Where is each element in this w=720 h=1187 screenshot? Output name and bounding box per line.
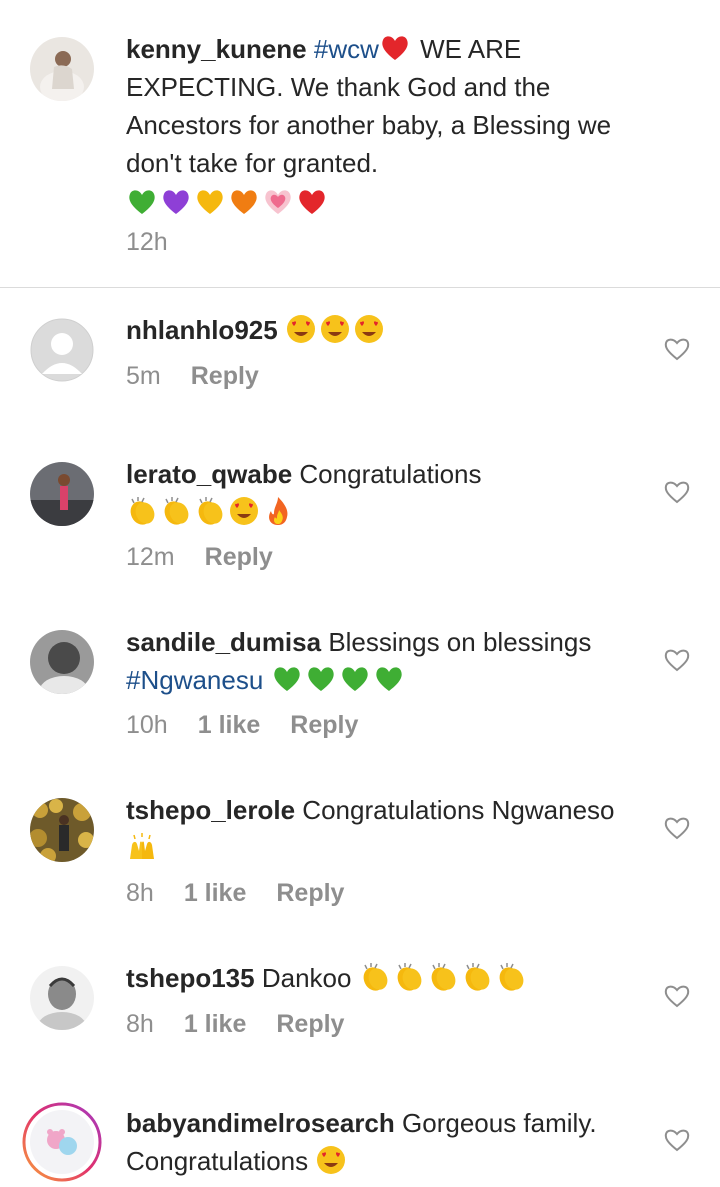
comment-text: tshepo_lerole Congratulations Ngwaneso	[126, 791, 626, 867]
green-heart-icon	[307, 667, 334, 691]
comment-meta: 10h 1 like Reply	[126, 711, 388, 740]
emoji-row	[271, 665, 407, 695]
comment-username[interactable]: sandile_dumisa	[126, 627, 321, 657]
avatar-image	[30, 798, 94, 862]
comment-time: 8h	[126, 1010, 154, 1038]
avatar-image	[30, 462, 94, 526]
emoji-row	[126, 833, 160, 863]
comment-text: sandile_dumisa Blessings on blessings #N…	[126, 623, 626, 699]
like-heart-icon[interactable]	[664, 816, 690, 840]
emoji-row	[126, 497, 296, 527]
orange-heart-icon	[231, 190, 257, 214]
avatar[interactable]	[30, 318, 94, 382]
green-heart-icon	[375, 667, 402, 691]
avatar[interactable]	[30, 37, 94, 101]
clap-icon	[363, 963, 388, 991]
like-heart-icon[interactable]	[664, 480, 690, 504]
likes-count[interactable]: 1 like	[198, 711, 261, 739]
caption-username[interactable]: kenny_kunene	[126, 34, 307, 64]
comment-text: tshepo135 Dankoo	[126, 959, 626, 997]
red-heart-icon	[299, 190, 325, 214]
comment-meta: 8h 1 like Reply	[126, 1010, 374, 1039]
likes-count[interactable]: 1 like	[184, 879, 247, 907]
avatar-image	[22, 1102, 102, 1182]
divider	[0, 287, 720, 288]
reply-button[interactable]: Reply	[205, 543, 273, 571]
clap-icon	[397, 963, 422, 991]
caption-emoji-row	[126, 184, 626, 222]
comment-text: lerato_qwabe Congratulations	[126, 455, 626, 531]
raised-hands-icon	[130, 833, 154, 859]
comment-time: 5m	[126, 362, 161, 390]
clap-icon	[198, 497, 223, 525]
avatar-image	[30, 37, 94, 101]
like-heart-icon[interactable]	[664, 984, 690, 1008]
emoji-row	[315, 1146, 349, 1176]
likes-count[interactable]: 1 like	[184, 1010, 247, 1038]
avatar[interactable]	[30, 798, 94, 862]
comment-username[interactable]: lerato_qwabe	[126, 459, 292, 489]
caption-text: kenny_kunene #wcw WE ARE EXPECTING. We t…	[126, 30, 626, 222]
yellow-heart-icon	[197, 190, 223, 214]
reply-button[interactable]: Reply	[290, 711, 358, 739]
purple-heart-icon	[163, 190, 189, 214]
green-heart-icon	[129, 190, 155, 214]
comment-meta: 8h 1 like Reply	[126, 879, 374, 908]
reply-button[interactable]: Reply	[191, 362, 259, 390]
post-caption: kenny_kunene #wcw WE ARE EXPECTING. We t…	[0, 0, 720, 288]
caption-meta: 12h	[126, 228, 198, 257]
caption-time: 12h	[126, 228, 168, 256]
comment-hashtag[interactable]: #Ngwanesu	[126, 665, 263, 695]
red-heart-icon	[382, 36, 408, 60]
fire-icon	[269, 497, 288, 525]
green-heart-icon	[341, 667, 368, 691]
like-heart-icon[interactable]	[664, 1128, 690, 1152]
like-heart-icon[interactable]	[664, 337, 690, 361]
heart-eyes-icon	[286, 315, 315, 343]
clap-icon	[465, 963, 490, 991]
comment-body: Congratulations	[299, 459, 482, 489]
heart-eyes-icon	[230, 497, 258, 525]
clap-icon	[130, 497, 155, 525]
comment-time: 10h	[126, 711, 168, 739]
comment-body: Dankoo	[261, 963, 352, 993]
avatar[interactable]	[22, 1102, 102, 1182]
comment-body: Blessings on blessings	[328, 627, 592, 657]
avatar[interactable]	[30, 462, 94, 526]
avatar-image	[30, 630, 94, 694]
clap-icon	[164, 497, 189, 525]
comment-meta: 12m Reply	[126, 543, 303, 572]
clap-icon	[431, 963, 456, 991]
comment-text: babyandimelrosearch Gorgeous family. Con…	[126, 1104, 646, 1180]
avatar[interactable]	[30, 966, 94, 1030]
avatar[interactable]	[30, 630, 94, 694]
comment-meta: 5m Reply	[126, 362, 289, 391]
comment-time: 8h	[126, 879, 154, 907]
like-heart-icon[interactable]	[664, 648, 690, 672]
green-heart-icon	[273, 667, 300, 691]
growing-heart-icon	[265, 190, 291, 214]
comment-username[interactable]: tshepo135	[126, 963, 255, 993]
comment-body: Congratulations Ngwaneso	[302, 795, 615, 825]
comment-text: nhlanhlo925	[126, 311, 626, 349]
emoji-row	[359, 963, 529, 993]
comment-username[interactable]: babyandimelrosearch	[126, 1108, 395, 1138]
comment-username[interactable]: nhlanhlo925	[126, 315, 278, 345]
emoji-row	[285, 315, 387, 345]
heart-eyes-icon	[317, 1146, 346, 1174]
comment-username[interactable]: tshepo_lerole	[126, 795, 295, 825]
default-avatar-icon	[30, 318, 94, 382]
caption-hashtag[interactable]: #wcw	[314, 34, 379, 64]
heart-eyes-icon	[320, 315, 349, 343]
comment-time: 12m	[126, 543, 175, 571]
avatar-image	[30, 966, 94, 1030]
clap-icon	[499, 963, 524, 991]
heart-eyes-icon	[354, 315, 383, 343]
reply-button[interactable]: Reply	[276, 879, 344, 907]
reply-button[interactable]: Reply	[276, 1010, 344, 1038]
